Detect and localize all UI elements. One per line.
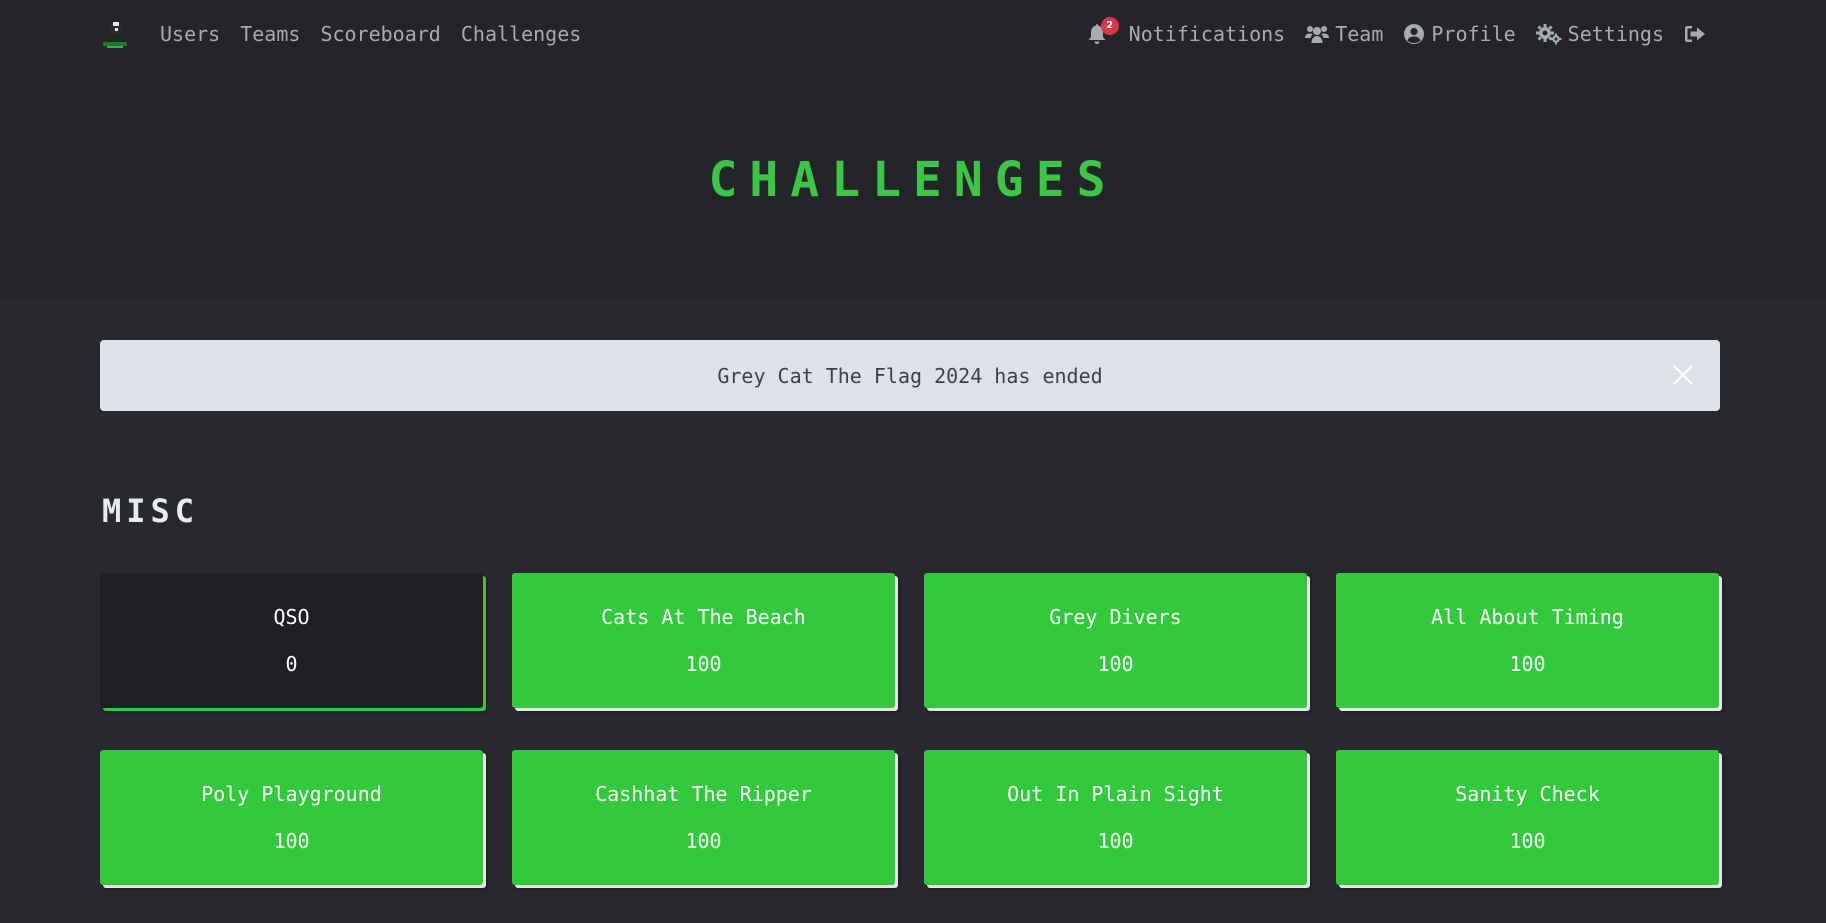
nav-profile-link[interactable]: Profile	[1403, 22, 1516, 46]
challenge-value: 100	[685, 829, 722, 853]
settings-label: Settings	[1567, 22, 1664, 46]
category-title-misc: MISC	[102, 492, 200, 530]
challenge-value: 100	[1097, 652, 1134, 676]
challenge-name: QSO	[273, 605, 310, 629]
challenge-name: Sanity Check	[1455, 782, 1600, 806]
challenge-name: Cashhat The Ripper	[595, 782, 812, 806]
challenge-card[interactable]: Out In Plain Sight 100	[924, 750, 1307, 885]
nav-settings-link[interactable]: Settings	[1535, 22, 1664, 46]
challenge-name: Cats At The Beach	[601, 605, 806, 629]
challenge-card[interactable]: Grey Divers 100	[924, 573, 1307, 708]
challenge-card[interactable]: Cats At The Beach 100	[512, 573, 895, 708]
logout-button[interactable]	[1684, 24, 1706, 44]
nav-left: Users Teams Scoreboard Challenges	[160, 0, 581, 68]
challenge-name: Grey Divers	[1049, 605, 1182, 629]
challenge-value: 100	[1509, 652, 1546, 676]
nav-scoreboard-link[interactable]: Scoreboard	[320, 22, 440, 46]
notifications-label: Notifications	[1128, 22, 1286, 46]
page-title: CHALLENGES	[708, 152, 1118, 208]
nav-challenges-link[interactable]: Challenges	[461, 22, 581, 46]
logout-icon	[1684, 24, 1706, 44]
challenge-name: All About Timing	[1431, 605, 1624, 629]
challenge-card[interactable]: All About Timing 100	[1336, 573, 1719, 708]
profile-label: Profile	[1431, 22, 1516, 46]
nav-teams-link[interactable]: Teams	[240, 22, 300, 46]
nav-right: 2 Notifications Team Profile Settings	[1087, 0, 1706, 68]
challenge-card[interactable]: QSO 0	[100, 573, 483, 708]
challenge-value: 100	[1097, 829, 1134, 853]
brand-logo[interactable]	[101, 20, 129, 50]
challenge-name: Out In Plain Sight	[1007, 782, 1224, 806]
challenge-value: 100	[273, 829, 310, 853]
close-icon[interactable]	[1672, 364, 1694, 386]
team-label: Team	[1335, 22, 1384, 46]
cogs-icon	[1535, 23, 1562, 45]
nav-users-link[interactable]: Users	[160, 22, 220, 46]
user-circle-icon	[1403, 23, 1425, 45]
alert-message: Grey Cat The Flag 2024 has ended	[717, 363, 1103, 388]
nav-team-link[interactable]: Team	[1305, 22, 1383, 46]
bell-icon: 2	[1087, 17, 1119, 45]
challenge-card[interactable]: Cashhat The Ripper 100	[512, 750, 895, 885]
challenge-value: 100	[685, 652, 722, 676]
navbar: Users Teams Scoreboard Challenges 2 Noti…	[0, 0, 1826, 68]
notification-count-badge: 2	[1100, 17, 1119, 35]
challenge-grid-misc: QSO 0 Cats At The Beach 100 Grey Divers …	[100, 573, 1722, 885]
event-ended-alert: Grey Cat The Flag 2024 has ended	[100, 340, 1720, 411]
users-icon	[1305, 24, 1330, 44]
challenge-card[interactable]: Poly Playground 100	[100, 750, 483, 885]
challenge-value: 0	[285, 652, 298, 676]
challenge-value: 100	[1509, 829, 1546, 853]
page-header: CHALLENGES	[0, 68, 1826, 299]
challenge-name: Poly Playground	[201, 782, 382, 806]
challenge-card[interactable]: Sanity Check 100	[1336, 750, 1719, 885]
nav-notifications-link[interactable]: 2 Notifications	[1087, 17, 1286, 46]
